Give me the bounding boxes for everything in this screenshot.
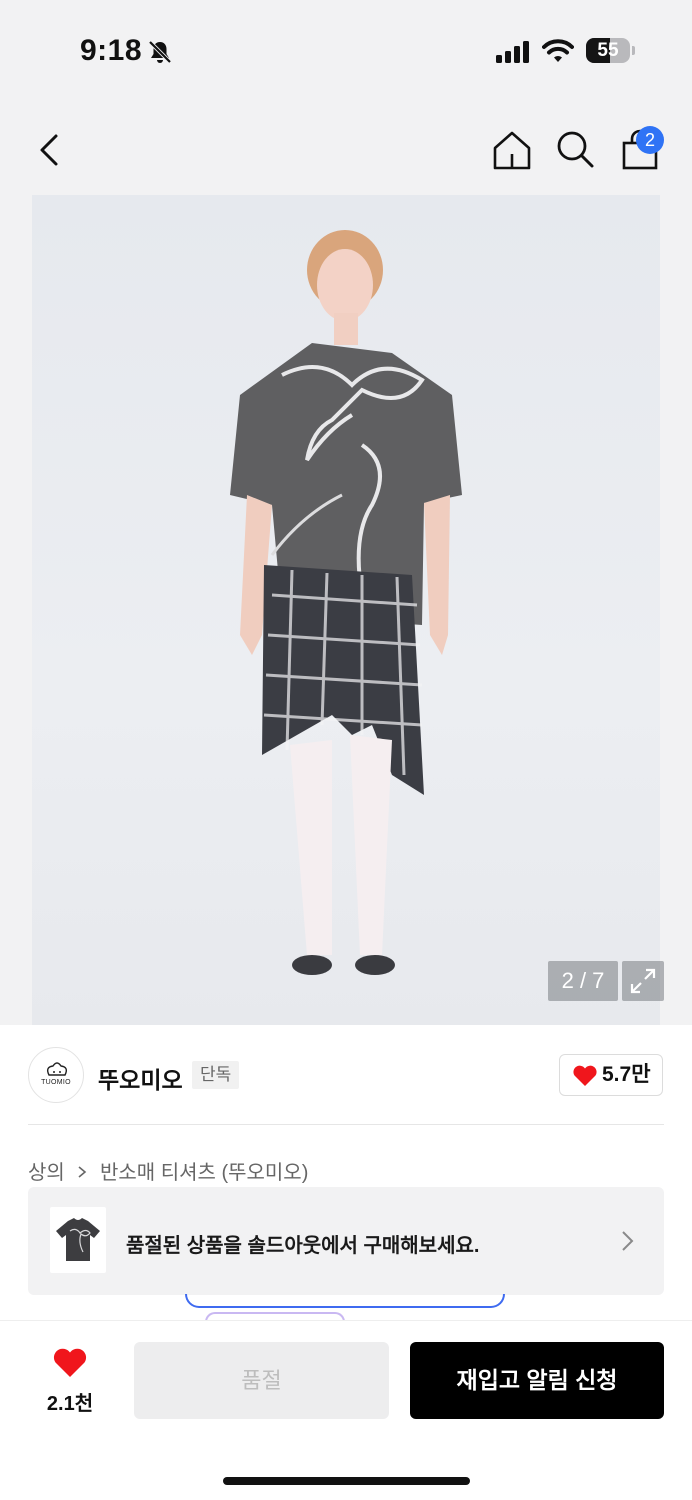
signal-icon <box>496 41 529 63</box>
divider <box>28 1124 664 1125</box>
soldout-button[interactable]: 품절 <box>134 1342 389 1419</box>
battery-level: 55 <box>597 40 619 61</box>
image-page-indicator: 2 / 7 <box>548 961 618 1001</box>
status-bar: 9:18 55 <box>0 0 692 100</box>
product-image-gallery[interactable] <box>32 195 660 1025</box>
wifi-icon <box>542 39 574 62</box>
brand-logo[interactable]: TUOMIO <box>28 1047 84 1103</box>
breadcrumb: 상의 반소매 티셔츠 (뚜오미오) <box>28 1156 308 1185</box>
home-indicator <box>223 1477 470 1485</box>
heart-icon <box>573 1065 597 1086</box>
exclusive-badge: 단독 <box>192 1061 240 1089</box>
soldout-banner-text: 품절된 상품을 솔드아웃에서 구매해보세요. <box>126 1235 480 1257</box>
search-icon[interactable] <box>554 128 596 170</box>
breadcrumb-subcategory[interactable]: 반소매 티셔츠 (뚜오미오) <box>100 1162 308 1184</box>
expand-button[interactable] <box>622 961 664 1001</box>
product-thumbnail <box>50 1207 106 1273</box>
brand-name[interactable]: 뚜오미오 <box>98 1061 183 1095</box>
chevron-right-icon <box>622 1231 634 1251</box>
product-photo <box>230 230 462 975</box>
tshirt-thumbnail-image <box>56 1218 100 1261</box>
battery-cap <box>632 46 635 55</box>
brand-logo-mark-icon <box>46 1062 68 1076</box>
heart-icon[interactable] <box>52 1347 88 1379</box>
brand-logo-text: TUOMIO <box>41 1079 71 1086</box>
bottom-action-bar: 2.1천 품절 재입고 알림 신청 <box>0 1320 692 1500</box>
partial-element-outline <box>185 1294 505 1308</box>
expand-icon <box>630 968 656 994</box>
wishlist-count: 2.1천 <box>46 1393 94 1415</box>
restock-alert-button[interactable]: 재입고 알림 신청 <box>410 1342 664 1419</box>
status-time: 9:18 <box>80 34 143 67</box>
back-chevron-icon[interactable] <box>32 130 68 170</box>
home-icon[interactable] <box>490 128 534 172</box>
breadcrumb-category[interactable]: 상의 <box>28 1162 65 1184</box>
top-navigation <box>0 100 692 195</box>
brand-like-count: 5.7만 <box>602 1063 651 1086</box>
soldout-banner[interactable]: 품절된 상품을 솔드아웃에서 구매해보세요. <box>28 1187 664 1295</box>
brand-like-button[interactable]: 5.7만 <box>559 1054 663 1096</box>
cart-count-badge: 2 <box>636 126 664 154</box>
bell-slash-icon <box>148 40 172 64</box>
product-info: TUOMIO 뚜오미오 단독 5.7만 상의 반소매 티셔츠 (뚜오미오) 품절… <box>0 1025 692 1320</box>
chevron-right-icon <box>78 1166 87 1178</box>
battery-icon: 55 <box>586 38 630 63</box>
